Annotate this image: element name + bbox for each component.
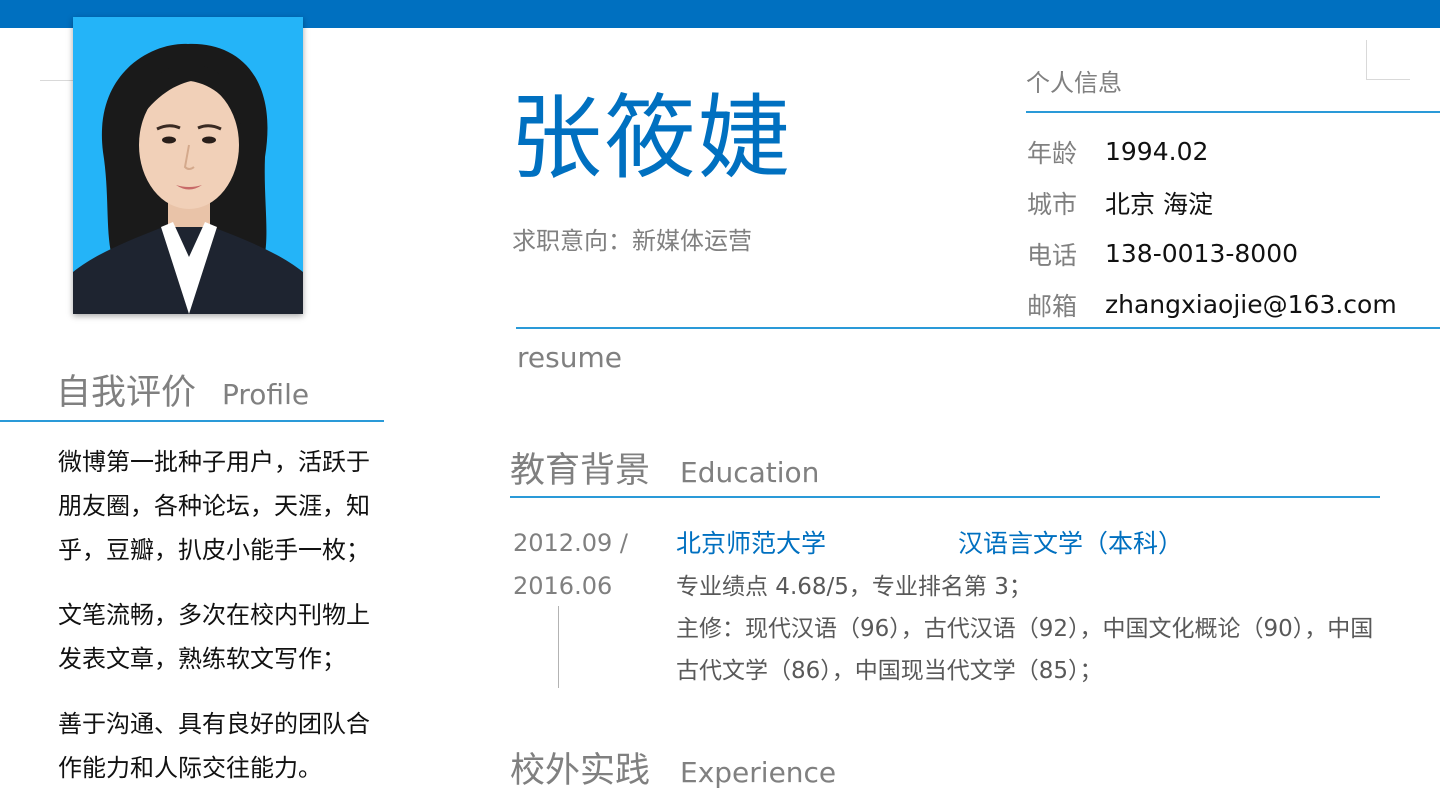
- experience-title-en: Experience: [680, 756, 837, 789]
- info-value-city: 北京 海淀: [1105, 189, 1213, 219]
- info-value-phone: 138-0013-8000: [1105, 239, 1299, 268]
- experience-title-cn: 校外实践: [510, 751, 651, 791]
- education-major: 汉语言文学（本科）: [958, 529, 1184, 558]
- info-row-age: 年龄 1994.02: [1027, 126, 1397, 177]
- info-row-email: 邮箱 zhangxiaojie@163.com: [1027, 279, 1397, 330]
- experience-section-heading: 校外实践 Experience: [510, 748, 836, 794]
- header-divider: [516, 327, 1440, 329]
- profile-title-cn: 自我评价: [56, 373, 197, 413]
- profile-paragraph: 微博第一批种子用户，活跃于朋友圈，各种论坛，天涯，知乎，豆瓣，扒皮小能手一枚；: [58, 448, 370, 564]
- profile-paragraph: 善于沟通、具有良好的团队合作能力和人际交往能力。: [58, 710, 370, 782]
- corner-mark: [1366, 40, 1410, 80]
- education-title-en: Education: [680, 456, 820, 489]
- education-school: 北京师范大学: [676, 529, 827, 558]
- education-details: 专业绩点 4.68/5，专业排名第 3； 主修：现代汉语（96），古代汉语（92…: [676, 566, 1386, 692]
- profile-section-heading: 自我评价 Profile: [56, 370, 309, 416]
- education-date-start: 2012.09 /: [513, 529, 628, 557]
- info-value-age: 1994.02: [1105, 137, 1209, 166]
- education-detail-line: 专业绩点 4.68/5，专业排名第 3；: [676, 574, 1032, 600]
- info-label: 邮箱: [1027, 291, 1078, 321]
- job-intent: 求职意向：新媒体运营: [512, 227, 752, 255]
- education-section-heading: 教育背景 Education: [510, 448, 819, 494]
- personal-info-title: 个人信息: [1026, 69, 1122, 97]
- info-label: 城市: [1027, 189, 1078, 219]
- profile-title-en: Profile: [222, 378, 310, 411]
- education-title-cn: 教育背景: [510, 451, 651, 491]
- info-row-city: 城市 北京 海淀: [1027, 177, 1397, 228]
- profile-paragraph: 文笔流畅，多次在校内刊物上发表文章，熟练软文写作；: [58, 601, 370, 673]
- education-dates: 2012.09 / 2016.06: [513, 522, 628, 608]
- education-detail-line: 主修：现代汉语（96），古代汉语（92），中国文化概论（90），中国古代文学（8…: [676, 616, 1374, 684]
- profile-photo: [73, 17, 303, 314]
- info-row-phone: 电话 138-0013-8000: [1027, 228, 1397, 279]
- profile-divider: [0, 420, 384, 422]
- info-label: 年龄: [1027, 138, 1078, 168]
- timeline-line: [558, 606, 559, 688]
- info-label: 电话: [1027, 240, 1078, 270]
- info-value-email: zhangxiaojie@163.com: [1105, 290, 1397, 319]
- personal-info-divider: [1026, 111, 1440, 113]
- candidate-name: 张筱婕: [510, 85, 793, 192]
- profile-text: 微博第一批种子用户，活跃于朋友圈，各种论坛，天涯，知乎，豆瓣，扒皮小能手一枚； …: [58, 440, 388, 811]
- resume-label: resume: [517, 341, 622, 374]
- decorative-hairline: [40, 80, 74, 81]
- personal-info-list: 年龄 1994.02 城市 北京 海淀 电话 138-0013-8000 邮箱 …: [1027, 126, 1397, 330]
- education-divider: [510, 496, 1380, 498]
- education-date-end: 2016.06: [513, 572, 613, 600]
